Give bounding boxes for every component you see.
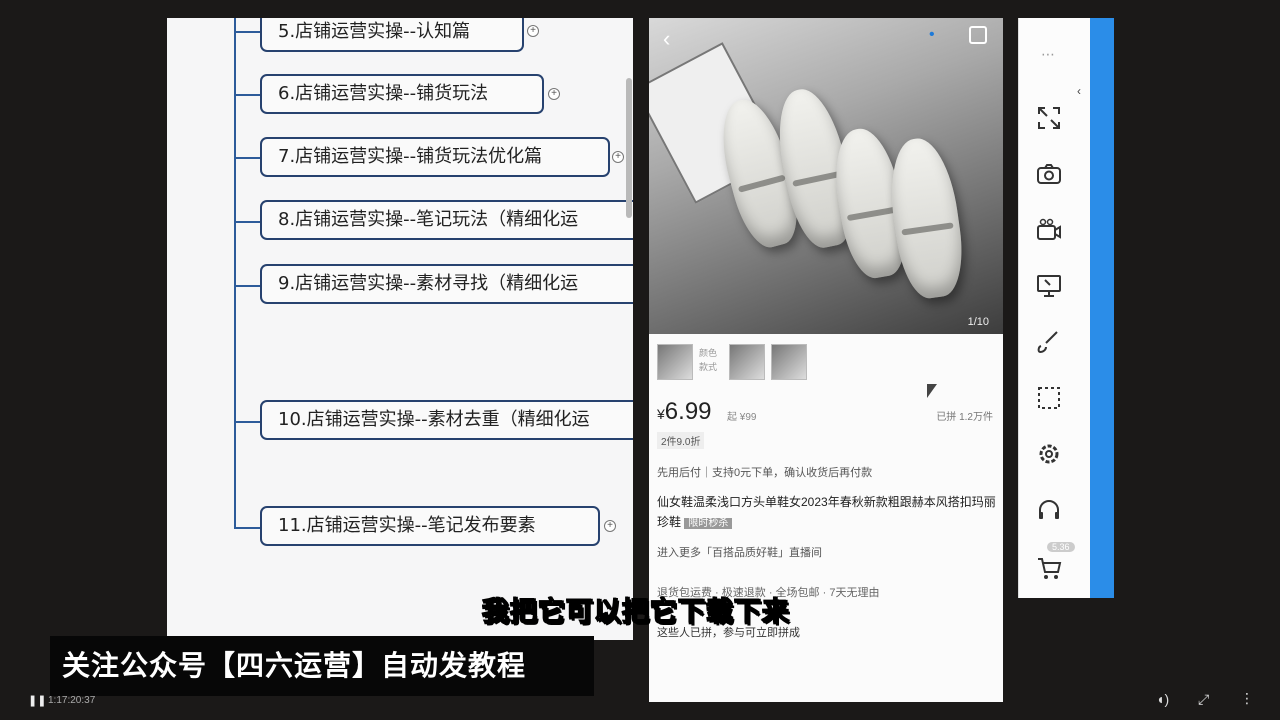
brush-icon[interactable] — [1035, 328, 1063, 356]
more-menu-icon[interactable]: ⋮ — [1240, 690, 1254, 707]
mindmap-node-11[interactable]: 11.店铺运营实操--笔记发布要素 — [260, 506, 600, 546]
mindmap-branch — [234, 221, 260, 223]
title-tag: 限时秒杀 — [684, 518, 733, 529]
camera-icon[interactable] — [1035, 160, 1063, 188]
price: ¥6.99 — [657, 398, 712, 426]
mindmap-node-9[interactable]: 9.店铺运营实操--素材寻找（精细化运 — [260, 264, 633, 304]
variant-thumb[interactable] — [729, 344, 765, 380]
scrollbar-thumb[interactable] — [626, 78, 632, 218]
mindmap-node-label: 7.店铺运营实操--铺货玩法优化篇 — [278, 146, 543, 167]
pause-icon[interactable]: ❚❚ — [28, 694, 46, 707]
mindmap-node-label: 6.店铺运营实操--铺货玩法 — [278, 83, 489, 104]
mindmap-branch — [234, 94, 260, 96]
mindmap-branch — [234, 527, 260, 529]
price-value: 6.99 — [664, 398, 712, 425]
fullscreen-icon[interactable]: ⤢ — [1198, 691, 1209, 708]
expand-node-icon[interactable]: + — [548, 88, 560, 100]
discount-badge: 2件9.0折 — [657, 432, 705, 449]
headset-icon[interactable] — [1035, 496, 1063, 524]
mindmap-node-7[interactable]: 7.店铺运营实操--铺货玩法优化篇 — [260, 137, 610, 177]
photo-counter: 1/10 — [967, 316, 989, 328]
product-title: 仙女鞋温柔浅口方头单鞋女2023年春秋新款粗跟赫本风搭扣玛丽珍鞋 限时秒杀 — [657, 492, 997, 534]
variant-thumb[interactable] — [657, 344, 693, 380]
mindmap-canvas[interactable]: 5.店铺运营实操--认知篇 + 6.店铺运营实操--铺货玩法 + 7.店铺运营实… — [167, 18, 633, 640]
mindmap-node-label: 8.店铺运营实操--笔记玩法（精细化运 — [278, 209, 579, 230]
mindmap-node-label: 5.店铺运营实操--认知篇 — [278, 21, 471, 42]
screen-share-icon[interactable] — [1035, 272, 1063, 300]
back-icon[interactable]: ‹ — [663, 26, 670, 52]
product-photo[interactable]: ‹ • 1/10 — [649, 18, 1003, 334]
product-info: 颜色 款式 ¥6.99 起 ¥99 已拼 1.2万件 2件9.0折 先用后付｜支… — [649, 334, 1003, 702]
sold-count: 已拼 1.2万件 — [936, 412, 993, 423]
original-price: 起 ¥99 — [727, 412, 757, 423]
select-region-icon[interactable] — [1035, 384, 1063, 412]
more-icon[interactable]: • — [929, 26, 935, 44]
live-room-link[interactable]: 进入更多「百搭品质好鞋」直播间 — [657, 544, 822, 560]
mindmap-node-label: 11.店铺运营实操--笔记发布要素 — [278, 515, 536, 536]
video-record-icon[interactable] — [1035, 216, 1063, 244]
settings-icon[interactable] — [1035, 440, 1063, 468]
drag-handle-icon[interactable]: ⋯ — [1041, 46, 1056, 63]
pay-later-notice[interactable]: 先用后付｜支持0元下单，确认收货后再付款 — [657, 464, 872, 480]
expand-node-icon[interactable]: + — [527, 25, 539, 37]
expand-icon[interactable] — [1035, 104, 1063, 132]
cart-icon[interactable] — [1035, 554, 1063, 582]
mindmap-node-10[interactable]: 10.店铺运营实操--素材去重（精细化运 — [260, 400, 633, 440]
collapse-icon[interactable]: ‹ — [1077, 84, 1081, 98]
mindmap-node-6[interactable]: 6.店铺运营实操--铺货玩法 — [260, 74, 544, 114]
mindmap-branch — [234, 31, 260, 33]
playback-time: 1:17:20:37 — [48, 695, 96, 706]
expand-node-icon[interactable]: + — [612, 151, 624, 163]
mindmap-node-label: 10.店铺运营实操--素材去重（精细化运 — [278, 409, 590, 430]
share-icon[interactable] — [969, 26, 987, 44]
mindmap-node-label: 9.店铺运营实操--素材寻找（精细化运 — [278, 273, 579, 294]
mindmap-node-5[interactable]: 5.店铺运营实操--认知篇 — [260, 18, 524, 52]
toolbar-edge — [1090, 18, 1114, 598]
currency-symbol: ¥ — [657, 406, 665, 422]
screen-tools-toolbar: ⋯ ‹ 5.36 — [1018, 18, 1090, 598]
video-controls: ❚❚ 1:17:20:37 ◖) ⤢ ⋮ — [0, 686, 1280, 720]
expand-node-icon[interactable]: + — [604, 520, 616, 532]
video-subtitle: 我把它可以把它下载下来 — [481, 596, 790, 629]
mindmap-branch — [234, 157, 260, 159]
mindmap-node-8[interactable]: 8.店铺运营实操--笔记玩法（精细化运 — [260, 200, 633, 240]
screen: 5.店铺运营实操--认知篇 + 6.店铺运营实操--铺货玩法 + 7.店铺运营实… — [0, 0, 1280, 720]
mouse-cursor-icon — [927, 384, 937, 398]
mindmap-branch — [234, 421, 260, 423]
mindmap-branch — [234, 285, 260, 287]
volume-icon[interactable]: ◖) — [1156, 691, 1169, 707]
cart-badge: 5.36 — [1047, 542, 1075, 552]
variant-thumb[interactable] — [771, 344, 807, 380]
shoe-image — [883, 134, 969, 302]
variant-label: 颜色 款式 — [699, 348, 718, 372]
